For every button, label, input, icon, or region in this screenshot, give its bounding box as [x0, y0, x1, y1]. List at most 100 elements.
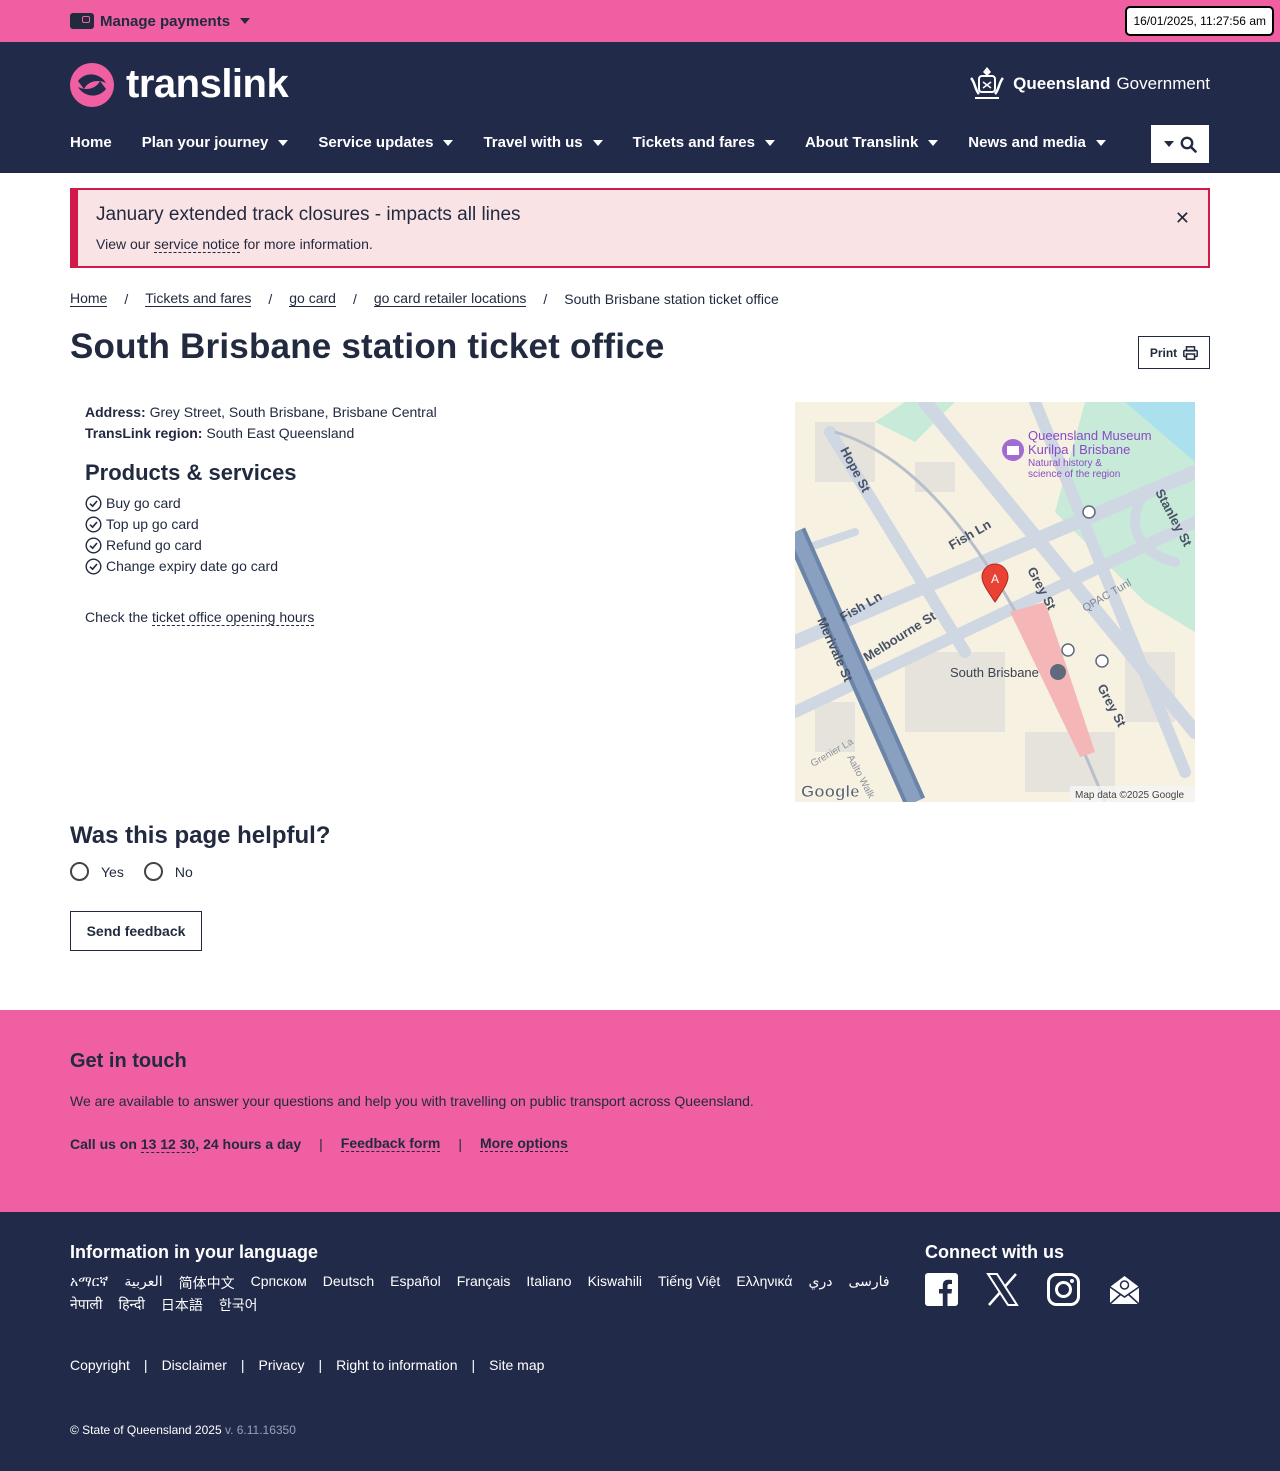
manage-payments-menu[interactable]: Manage payments — [70, 13, 251, 30]
language-link[interactable]: Ελληνικά — [736, 1273, 792, 1293]
breadcrumb-separator: / — [543, 290, 548, 307]
map-label-museum-1: Queensland Museum — [1028, 428, 1152, 443]
clock-readout: 16/01/2025, 11:27:56 am — [1125, 6, 1274, 36]
language-link[interactable]: 日本語 — [161, 1295, 203, 1315]
language-link[interactable]: Kiswahili — [588, 1273, 642, 1293]
facebook-link[interactable] — [925, 1273, 958, 1311]
search-toggle-button[interactable] — [1151, 125, 1209, 163]
nav-tickets-label: Tickets and fares — [632, 134, 755, 151]
breadcrumb-home[interactable]: Home — [70, 290, 108, 307]
chevron-down-icon — [928, 139, 939, 146]
yes-label: Yes — [101, 863, 124, 880]
map-marker-label: A — [991, 572, 999, 586]
map-label-south-brisbane: South Brisbane — [950, 665, 1039, 680]
instagram-link[interactable] — [1047, 1273, 1080, 1311]
language-link[interactable]: नेपाली — [70, 1295, 102, 1315]
alert-text-after: for more information. — [239, 236, 373, 252]
language-link[interactable]: 한국어 — [219, 1295, 258, 1315]
language-link[interactable]: Español — [390, 1273, 441, 1293]
site-footer: Information in your language አማርኛ العربية… — [0, 1212, 1280, 1471]
gov-name-rest: Government — [1116, 74, 1210, 93]
queensland-government-link[interactable]: Queensland Government — [967, 64, 1210, 104]
x-link[interactable] — [986, 1273, 1019, 1311]
call-before: Call us on — [70, 1135, 141, 1152]
language-link[interactable]: Deutsch — [323, 1273, 374, 1293]
map-label-museum-2: Kurilpa | Brisbane — [1028, 442, 1130, 457]
contact-links: Call us on 13 12 30, 24 hours a day | Fe… — [70, 1135, 1210, 1153]
address-label: Address: — [85, 404, 146, 420]
copyright-link[interactable]: Copyright — [70, 1357, 130, 1373]
language-link[interactable]: دري — [808, 1273, 832, 1293]
privacy-link[interactable]: Privacy — [259, 1357, 305, 1373]
page-title: South Brisbane station ticket office — [70, 327, 665, 366]
service-alert-banner: January extended track closures - impact… — [70, 188, 1210, 268]
yes-radio[interactable] — [70, 862, 89, 881]
opening-hours-link[interactable]: ticket office opening hours — [151, 609, 315, 626]
nav-service-label: Service updates — [318, 134, 434, 151]
chevron-down-icon — [240, 18, 251, 24]
copyright-text: © State of Queensland 2025 — [70, 1423, 222, 1437]
location-map[interactable]: Queensland Museum Kurilpa | Brisbane Nat… — [795, 402, 1195, 802]
breadcrumb-separator: / — [124, 290, 129, 307]
language-link[interactable]: فارسی — [848, 1273, 889, 1293]
breadcrumb-retailer-locations[interactable]: go card retailer locations — [373, 290, 527, 307]
alert-title: January extended track closures - impact… — [96, 204, 521, 225]
nav-travel-label: Travel with us — [483, 134, 583, 151]
language-link[interactable]: Français — [457, 1273, 511, 1293]
nav-plan-label: Plan your journey — [141, 134, 269, 151]
language-link[interactable]: العربية — [124, 1273, 162, 1293]
more-options-link[interactable]: More options — [480, 1135, 568, 1152]
close-icon[interactable]: ✕ — [1175, 208, 1190, 229]
nav-home[interactable]: Home — [70, 134, 112, 151]
brand-name: translink — [126, 62, 289, 106]
address-line: Address: Grey Street, South Brisbane, Br… — [85, 402, 437, 423]
service-label: Buy go card — [106, 495, 181, 511]
facebook-icon — [925, 1273, 958, 1306]
right-to-information-link[interactable]: Right to information — [336, 1357, 457, 1373]
breadcrumb-current: South Brisbane station ticket office — [564, 290, 779, 307]
site-map-link[interactable]: Site map — [489, 1357, 544, 1373]
nav-about-translink[interactable]: About Translink — [805, 134, 939, 151]
breadcrumb-tickets-and-fares[interactable]: Tickets and fares — [145, 290, 252, 307]
nav-plan-your-journey[interactable]: Plan your journey — [142, 134, 289, 151]
nav-service-updates[interactable]: Service updates — [318, 134, 454, 151]
language-link[interactable]: አማርኛ — [70, 1273, 108, 1293]
check-circle-icon — [85, 537, 102, 554]
no-radio[interactable] — [143, 862, 163, 881]
office-details: Address: Grey Street, South Brisbane, Br… — [85, 402, 1210, 802]
payment-card-icon — [70, 13, 94, 29]
print-button[interactable]: Print — [1138, 336, 1210, 369]
version-text: v. 6.11.16350 — [221, 1423, 296, 1437]
nav-tickets-and-fares[interactable]: Tickets and fares — [633, 134, 775, 151]
phone-link[interactable]: 13 12 30 — [140, 1135, 196, 1153]
breadcrumb-go-card[interactable]: go card — [289, 290, 336, 307]
chevron-down-icon — [278, 139, 289, 146]
language-link[interactable]: Tiếng Việt — [658, 1273, 720, 1293]
breadcrumb-separator: / — [268, 290, 273, 307]
language-link[interactable]: Italiano — [526, 1273, 571, 1293]
chevron-down-icon — [592, 139, 603, 146]
translink-logo-link[interactable]: translink — [70, 62, 289, 107]
instagram-icon — [1047, 1273, 1080, 1306]
language-link[interactable]: 简体中文 — [179, 1273, 235, 1293]
disclaimer-link[interactable]: Disclaimer — [162, 1357, 227, 1373]
printer-icon — [1183, 345, 1199, 360]
search-icon — [1180, 136, 1197, 153]
breadcrumb-separator: / — [352, 290, 357, 307]
email-link[interactable] — [1108, 1273, 1141, 1311]
opening-hours-line: Check the ticket office opening hours — [85, 607, 437, 628]
get-in-touch-heading: Get in touch — [70, 1050, 187, 1072]
legal-separator: | — [240, 1357, 245, 1373]
no-label: No — [174, 863, 193, 880]
language-link[interactable]: Српском — [251, 1273, 307, 1293]
connect-heading: Connect with us — [925, 1242, 1064, 1262]
link-separator: | — [319, 1135, 323, 1152]
nav-travel-with-us[interactable]: Travel with us — [483, 134, 603, 151]
language-link[interactable]: हिन्दी — [118, 1295, 144, 1315]
office-info: Address: Grey Street, South Brisbane, Br… — [85, 402, 437, 802]
nav-news-and-media[interactable]: News and media — [968, 134, 1106, 151]
social-links — [925, 1273, 1141, 1311]
service-notice-link[interactable]: service notice — [154, 236, 240, 253]
feedback-form-link[interactable]: Feedback form — [340, 1135, 441, 1152]
send-feedback-button[interactable]: Send feedback — [70, 911, 202, 951]
